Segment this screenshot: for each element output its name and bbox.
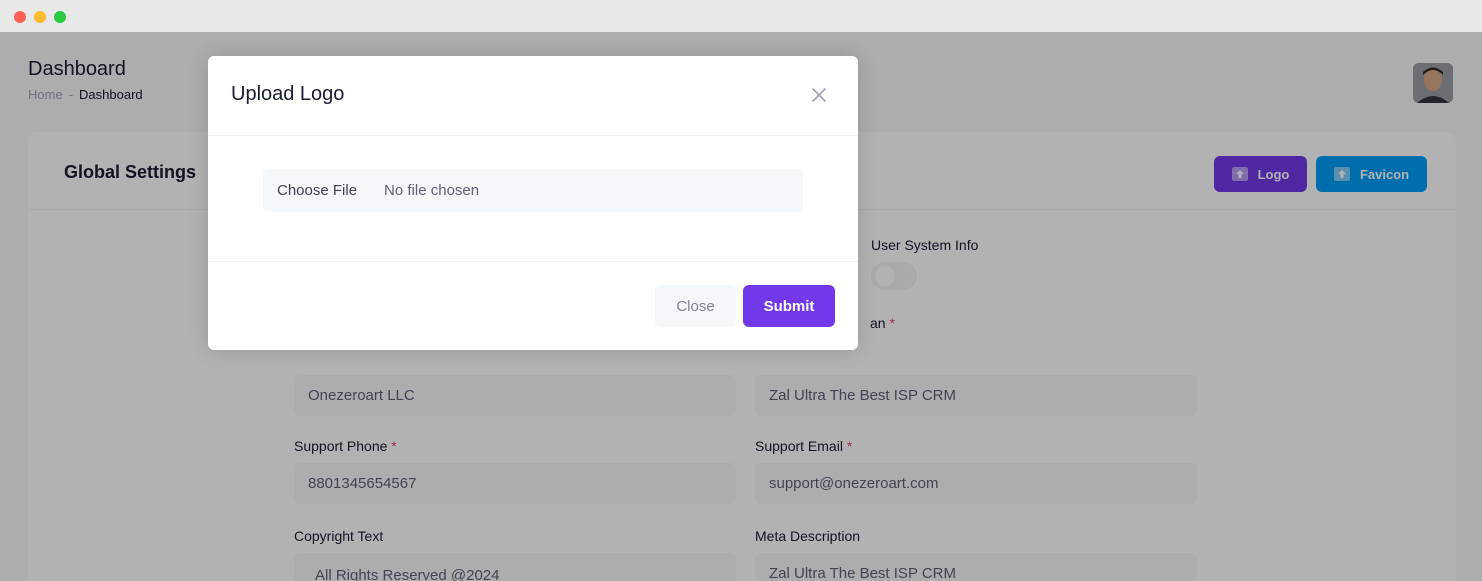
close-icon[interactable] [810,86,828,104]
file-status-text: No file chosen [384,182,480,199]
window-close-dot[interactable] [14,11,26,23]
logo-file-input[interactable]: Choose File No file chosen [263,169,803,212]
window-maximize-dot[interactable] [54,11,66,23]
modal-header: Upload Logo [208,56,858,136]
modal-title: Upload Logo [231,83,345,105]
upload-logo-modal: Upload Logo Choose File No file chosen C… [208,56,858,350]
choose-file-button[interactable]: Choose File [263,182,384,199]
submit-button[interactable]: Submit [743,285,835,327]
window-titlebar [0,0,1482,32]
window-minimize-dot[interactable] [34,11,46,23]
close-button[interactable]: Close [655,285,736,327]
modal-footer: Close Submit [208,261,858,350]
